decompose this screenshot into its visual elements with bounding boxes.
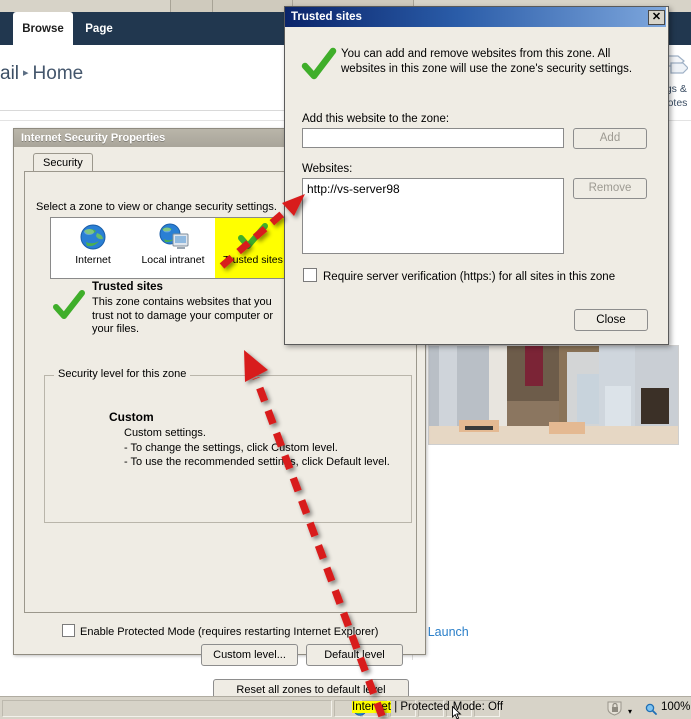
zone-label-internet: Internet xyxy=(75,254,111,266)
protected-mode-checkbox-row[interactable]: Enable Protected Mode (requires restarti… xyxy=(62,624,378,638)
breadcrumb-crumb-1[interactable]: ail xyxy=(0,63,19,84)
security-level-line-3: - To use the recommended settings, click… xyxy=(124,456,390,468)
trusted-sites-dialog: Trusted sites ✕ You can add and remove w… xyxy=(284,6,669,345)
green-check-icon xyxy=(301,47,337,83)
browser-tab-slot[interactable] xyxy=(212,0,294,12)
browser-tab-slot[interactable] xyxy=(170,0,214,12)
zone-item-internet[interactable]: Internet xyxy=(55,218,131,278)
zoom-level-label[interactable]: 100% xyxy=(661,701,690,713)
protected-mode-label: Enable Protected Mode (requires restarti… xyxy=(80,626,379,638)
require-https-checkbox[interactable] xyxy=(303,268,317,282)
security-level-description: Custom settings. - To change the setting… xyxy=(124,426,404,470)
status-bar xyxy=(0,696,691,719)
require-https-label: Require server verification (https:) for… xyxy=(323,271,616,283)
add-website-input[interactable] xyxy=(302,128,564,148)
close-icon[interactable]: ✕ xyxy=(648,10,665,25)
breadcrumb-crumb-2[interactable]: Home xyxy=(33,63,84,84)
ribbon-tab-page[interactable]: Page xyxy=(77,12,121,45)
breadcrumb: ail ▸ Home xyxy=(0,63,83,85)
zone-description-title: Trusted sites xyxy=(92,281,163,293)
screenshot-root: Browse Page ail ▸ Home ags & Notes k Lau… xyxy=(0,0,691,719)
globe-icon xyxy=(77,222,109,252)
default-level-button[interactable]: Default level xyxy=(306,644,403,666)
select-zone-label: Select a zone to view or change security… xyxy=(36,201,277,213)
add-button: Add xyxy=(573,128,647,149)
tab-security[interactable]: Security xyxy=(33,153,93,172)
ribbon-tab-browse[interactable]: Browse xyxy=(13,12,73,45)
zone-item-local-intranet[interactable]: Local intranet xyxy=(135,218,211,278)
zone-label-local-intranet: Local intranet xyxy=(141,254,205,266)
security-level-title: Custom xyxy=(109,410,154,424)
status-protected-mode: | Protected Mode: Off xyxy=(391,701,504,713)
remove-button: Remove xyxy=(573,178,647,199)
add-website-label: Add this website to the zone: xyxy=(302,113,450,125)
websites-listbox[interactable]: http://vs-server98 xyxy=(302,178,564,254)
protected-mode-checkbox[interactable] xyxy=(62,624,75,637)
content-photo xyxy=(428,345,679,445)
websites-label: Websites: xyxy=(302,163,353,175)
zone-description-check-icon xyxy=(52,289,86,323)
zone-item-trusted-sites[interactable]: Trusted sites xyxy=(215,218,291,278)
list-item[interactable]: http://vs-server98 xyxy=(303,179,563,199)
status-zone-text[interactable]: Internet | Protected Mode: Off xyxy=(352,701,503,713)
trusted-sites-titlebar[interactable]: Trusted sites xyxy=(285,7,666,27)
lock-shield-icon[interactable] xyxy=(605,701,625,716)
zone-label-trusted-sites: Trusted sites xyxy=(221,253,285,267)
status-pane-main xyxy=(2,700,332,717)
custom-level-button[interactable]: Custom level... xyxy=(201,644,298,666)
mouse-cursor-icon xyxy=(452,705,462,719)
require-https-checkbox-row[interactable]: Require server verification (https:) for… xyxy=(303,268,615,283)
globe-monitor-icon xyxy=(157,222,189,252)
breadcrumb-separator-icon: ▸ xyxy=(23,67,29,79)
security-level-line-1: Custom settings. xyxy=(124,427,206,439)
status-zone-name: Internet xyxy=(352,701,391,713)
chevron-down-icon[interactable]: ▾ xyxy=(628,707,632,716)
security-level-group-legend: Security level for this zone xyxy=(54,368,191,380)
trusted-sites-info-text: You can add and remove websites from thi… xyxy=(341,48,633,75)
green-check-icon xyxy=(237,222,269,252)
close-button[interactable]: Close xyxy=(574,309,648,331)
magnifier-icon[interactable] xyxy=(645,703,657,715)
zone-description-body: This zone contains websites that you tru… xyxy=(92,296,273,335)
security-level-line-2: - To change the settings, click Custom l… xyxy=(124,441,338,454)
